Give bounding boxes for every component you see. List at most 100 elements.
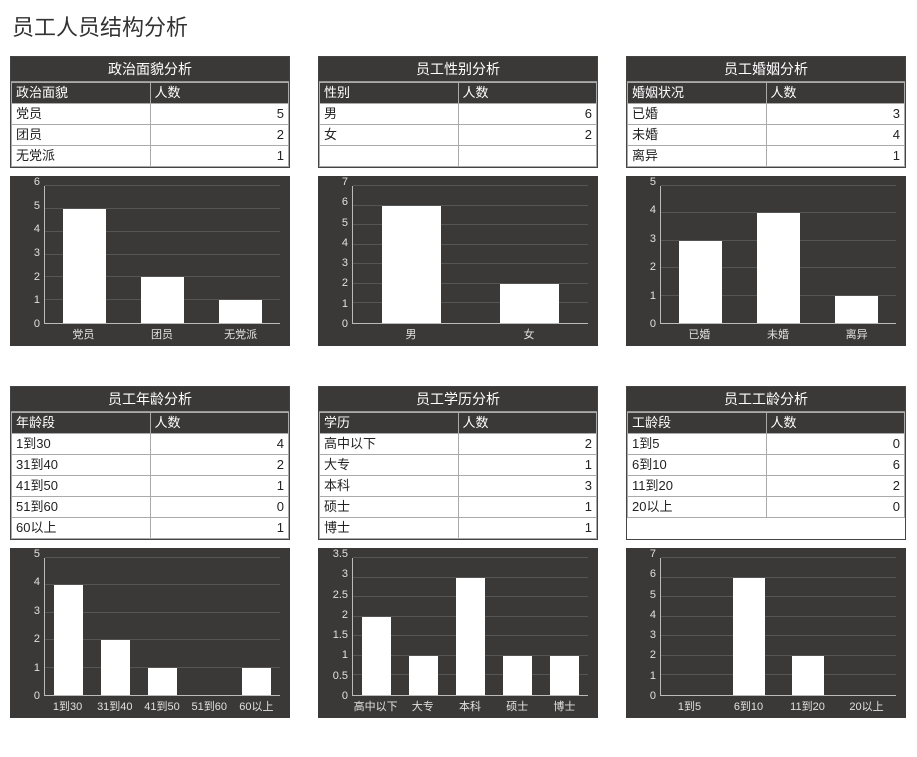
y-tick: 5	[342, 217, 348, 229]
bar	[503, 656, 531, 695]
x-tick-label: 高中以下	[352, 698, 399, 714]
row-value: 1	[766, 146, 905, 167]
bar	[757, 213, 800, 323]
bar-slot	[837, 558, 896, 695]
y-tick: 2	[34, 633, 40, 645]
data-table: 政治面貌人数党员5团员2无党派1	[11, 82, 289, 167]
y-tick: 4	[342, 237, 348, 249]
table-row: 60以上1	[12, 518, 289, 539]
y-tick: 1	[650, 290, 656, 302]
bar-chart: 00.511.522.533.5高中以下大专本科硕士博士	[318, 548, 598, 718]
panel-table: 员工年龄分析年龄段人数1到30431到40241到50151到60060以上1	[10, 386, 290, 540]
bars	[661, 558, 896, 695]
bar-slot	[541, 558, 588, 695]
bar-slot	[661, 558, 720, 695]
y-tick: 0	[650, 690, 656, 702]
row-value: 0	[766, 497, 905, 518]
y-tick: 0	[34, 690, 40, 702]
row-value: 0	[766, 434, 905, 455]
table-row: 大专1	[320, 455, 597, 476]
y-tick: 1	[34, 294, 40, 306]
panel-title: 员工工龄分析	[627, 387, 905, 412]
col-value-header: 人数	[458, 413, 597, 434]
bar-slot	[720, 558, 779, 695]
y-tick: 3	[650, 629, 656, 641]
table-row: 6到106	[628, 455, 905, 476]
table-row: 1到304	[12, 434, 289, 455]
y-tick: 6	[342, 196, 348, 208]
row-value: 2	[458, 434, 597, 455]
y-axis: 012345	[16, 554, 42, 696]
table-row: 11到202	[628, 476, 905, 497]
bars	[661, 186, 896, 323]
bar-slot	[494, 558, 541, 695]
y-tick: 2	[650, 649, 656, 661]
y-tick: 6	[650, 568, 656, 580]
y-tick: 3	[34, 247, 40, 259]
y-tick: 0	[342, 690, 348, 702]
x-tick-label: 女	[470, 326, 588, 342]
col-label-header: 政治面貌	[12, 83, 151, 104]
y-tick: 2	[650, 261, 656, 273]
x-tick-label: 20以上	[837, 698, 896, 714]
panel-title: 政治面貌分析	[11, 57, 289, 82]
x-axis: 男女	[352, 326, 588, 342]
row-label: 硕士	[320, 497, 459, 518]
y-tick: 0	[342, 318, 348, 330]
x-tick-label: 11到20	[778, 698, 837, 714]
x-tick-label: 1到5	[660, 698, 719, 714]
table-row: 31到402	[12, 455, 289, 476]
x-tick-label: 31到40	[91, 698, 138, 714]
x-tick-label: 博士	[541, 698, 588, 714]
row-label: 已婚	[628, 104, 767, 125]
bar	[550, 656, 578, 695]
bar	[679, 241, 722, 323]
bar-slot	[353, 186, 471, 323]
col-label-header: 婚姻状况	[628, 83, 767, 104]
bar-slot	[45, 186, 123, 323]
bar	[101, 640, 129, 695]
row-value: 2	[458, 125, 597, 146]
row-label: 男	[320, 104, 459, 125]
col-label-header: 工龄段	[628, 413, 767, 434]
panel-table: 员工工龄分析工龄段人数1到506到10611到20220以上0	[626, 386, 906, 540]
y-tick: 0	[34, 318, 40, 330]
y-tick: 5	[34, 548, 40, 560]
table-row: 硕士1	[320, 497, 597, 518]
row-value: 1	[150, 476, 289, 497]
table-row: 高中以下2	[320, 434, 597, 455]
y-axis: 01234567	[324, 182, 350, 324]
table-row-empty	[320, 146, 597, 167]
data-table: 学历人数高中以下2大专1本科3硕士1博士1	[319, 412, 597, 539]
x-tick-label: 本科	[446, 698, 493, 714]
bar-chart: 0123456党员团员无党派	[10, 176, 290, 346]
plot-area	[660, 558, 896, 696]
x-tick-label: 团员	[123, 326, 202, 342]
row-value: 4	[766, 125, 905, 146]
row-label: 离异	[628, 146, 767, 167]
bar-slot	[661, 186, 739, 323]
row-label: 60以上	[12, 518, 151, 539]
row-label: 20以上	[628, 497, 767, 518]
bar	[792, 656, 824, 695]
panel-title: 员工婚姻分析	[627, 57, 905, 82]
table-row: 未婚4	[628, 125, 905, 146]
data-table: 婚姻状况人数已婚3未婚4离异1	[627, 82, 905, 167]
data-table: 性别人数男6女2	[319, 82, 597, 167]
y-tick: 4	[650, 204, 656, 216]
y-tick: 3.5	[333, 548, 348, 560]
row-label: 41到50	[12, 476, 151, 497]
col-value-header: 人数	[458, 83, 597, 104]
row-label: 党员	[12, 104, 151, 125]
x-tick-label: 6到10	[719, 698, 778, 714]
bars	[45, 558, 280, 695]
row-value: 1	[458, 518, 597, 539]
row-value: 3	[766, 104, 905, 125]
bar	[242, 668, 270, 695]
panel-title: 员工学历分析	[319, 387, 597, 412]
y-tick: 1	[342, 298, 348, 310]
bar	[835, 296, 878, 323]
y-tick: 5	[650, 589, 656, 601]
plot-area	[44, 558, 280, 696]
bar-chart: 0123451到3031到4041到5051到6060以上	[10, 548, 290, 718]
